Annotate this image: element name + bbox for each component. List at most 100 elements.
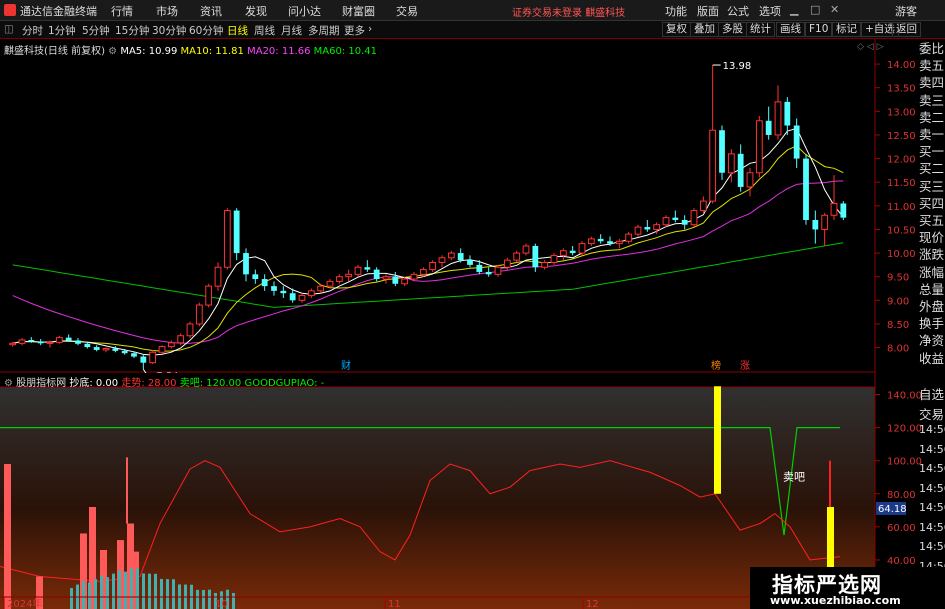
side-label[interactable]: 涨跌 [919, 247, 944, 263]
side-label[interactable]: 卖三 [919, 93, 944, 109]
candle-down [569, 250, 576, 254]
period-tab[interactable]: 周线 [254, 23, 275, 38]
mark-button[interactable]: 标记 [832, 22, 861, 37]
candle-up [541, 262, 549, 268]
menu-item[interactable]: 资讯 [200, 3, 222, 19]
candle-down [681, 219, 688, 225]
side-label[interactable]: 外盘 [919, 299, 944, 315]
volume-bar [160, 578, 163, 609]
menu-item[interactable]: 问小达 [288, 3, 321, 19]
candle-down [65, 337, 72, 341]
price-tick-label: 10.00 [887, 249, 916, 260]
menu-item[interactable]: 功能 [665, 3, 687, 19]
side-label[interactable]: 现价 [919, 230, 944, 246]
candle-up [149, 351, 157, 364]
candle-up [494, 266, 502, 275]
period-tab[interactable]: 更多 [344, 23, 365, 38]
side-label[interactable]: 涨幅 [919, 265, 944, 281]
more-chevron-icon[interactable]: › [368, 23, 372, 35]
multi-stock-button[interactable]: 多股 [718, 22, 747, 37]
candle-down [28, 339, 35, 342]
back-button[interactable]: 返回 [892, 22, 921, 37]
period-tab[interactable]: 5分钟 [82, 23, 110, 38]
date-tick-label: 11 [388, 599, 401, 609]
ind-settings-icon[interactable]: ⚙ [4, 378, 13, 389]
candle-down [392, 276, 399, 284]
side-tab[interactable]: 自选 [919, 384, 944, 403]
candle-up [662, 217, 670, 226]
side-label[interactable]: 换手 [919, 316, 944, 332]
menu-item[interactable]: 版面 [697, 3, 719, 19]
ind-tick-label: 140.00 [887, 391, 922, 402]
side-label[interactable]: 买一 [919, 144, 944, 160]
menu-item[interactable]: 公式 [727, 3, 749, 19]
side-label[interactable]: 委比 [919, 41, 944, 57]
stats-button[interactable]: 统计 [746, 22, 775, 37]
draw-button[interactable]: 画线 [776, 22, 805, 37]
kline-chart[interactable]: 14.00 13.50 13.00 12.50 12.00 11.50 11.00 10.50… [0, 39, 945, 382]
side-label[interactable]: 净资 [919, 333, 944, 349]
candle-down [840, 203, 847, 218]
candle-down [719, 130, 725, 173]
side-label[interactable]: 卖四 [919, 75, 944, 91]
period-tab[interactable]: 30分钟 [152, 23, 186, 38]
ind-tick-label: 100.00 [887, 457, 922, 468]
menu-item[interactable]: 行情 [111, 3, 133, 19]
maximize-icon[interactable]: □ [810, 3, 820, 16]
ma20-value: MA20: 11.66 [247, 46, 311, 57]
menu-item[interactable]: 发现 [245, 3, 267, 19]
candle-up [335, 276, 343, 282]
period-tab[interactable]: 多周期 [308, 23, 340, 38]
menu-item[interactable]: 财富圈 [342, 3, 375, 19]
period-tab[interactable]: 60分钟 [189, 23, 223, 38]
price-tick-label: 8.50 [887, 320, 909, 331]
side-label[interactable]: 收益 [919, 351, 944, 367]
marker-cai: 财 [341, 359, 351, 372]
candle-up [401, 278, 409, 285]
candle-down [364, 267, 371, 270]
candle-up [326, 280, 334, 287]
side-label[interactable]: 买四 [919, 196, 944, 212]
candle-up [447, 252, 455, 259]
menu-item[interactable]: 交易 [396, 3, 418, 19]
menu-item[interactable]: 选项 [759, 3, 781, 19]
period-tab[interactable]: 月线 [281, 23, 302, 38]
chart-toggle-icons[interactable]: ◇ ◁ ▷ [857, 42, 884, 52]
close-icon[interactable]: ✕ [830, 3, 839, 16]
side-label[interactable]: 卖二 [919, 110, 944, 126]
tick-time: 14:56 [919, 520, 945, 534]
side-label[interactable]: 卖五 [919, 58, 944, 74]
collapse-icon[interactable]: ◫ [4, 23, 14, 35]
settings-icon[interactable]: ⚙ [108, 46, 117, 57]
candle-up [587, 238, 595, 245]
side-tab[interactable]: 交易 [919, 404, 944, 423]
ind-value-trend: 走势: 28.00 [121, 378, 177, 389]
side-label[interactable]: 总量 [919, 282, 944, 298]
minimize-icon[interactable]: ▁ [790, 3, 798, 16]
buy-bar [4, 464, 11, 609]
side-label[interactable]: 卖一 [919, 127, 944, 143]
ind-tick-label: 40.00 [887, 556, 916, 567]
quote-side-panel: 委比 卖五 卖四卖三 卖二 卖一 买一 买二买三 买四 买五 现价 涨跌涨幅 总量 外盘 换手 净资收益 [918, 41, 945, 381]
ind-value-buy: 抄底: 0.00 [69, 378, 119, 389]
side-label[interactable]: 买三 [919, 179, 944, 195]
candle-up [195, 304, 203, 325]
login-warning[interactable]: 证券交易未登录 麒盛科技 [512, 4, 625, 19]
overlay-button[interactable]: 叠加 [690, 22, 719, 37]
volume-bar [100, 575, 103, 609]
volume-bar [112, 573, 115, 609]
period-tab[interactable]: 15分钟 [115, 23, 149, 38]
f10-button[interactable]: F10 [805, 22, 833, 37]
guest-user[interactable]: 游客 [895, 3, 917, 19]
period-tab-active[interactable]: 日线 [227, 23, 248, 38]
menu-item[interactable]: 市场 [156, 3, 178, 19]
period-tab[interactable]: 分时 [22, 23, 43, 38]
side-label[interactable]: 买二 [919, 161, 944, 177]
candle-up [55, 337, 63, 343]
ma10-value: MA10: 11.81 [180, 46, 244, 57]
candle-up [634, 226, 642, 235]
period-tab[interactable]: 1分钟 [48, 23, 76, 38]
side-label[interactable]: 买五 [919, 213, 944, 229]
adjust-button[interactable]: 复权 [662, 22, 691, 37]
candle-up [354, 266, 362, 275]
